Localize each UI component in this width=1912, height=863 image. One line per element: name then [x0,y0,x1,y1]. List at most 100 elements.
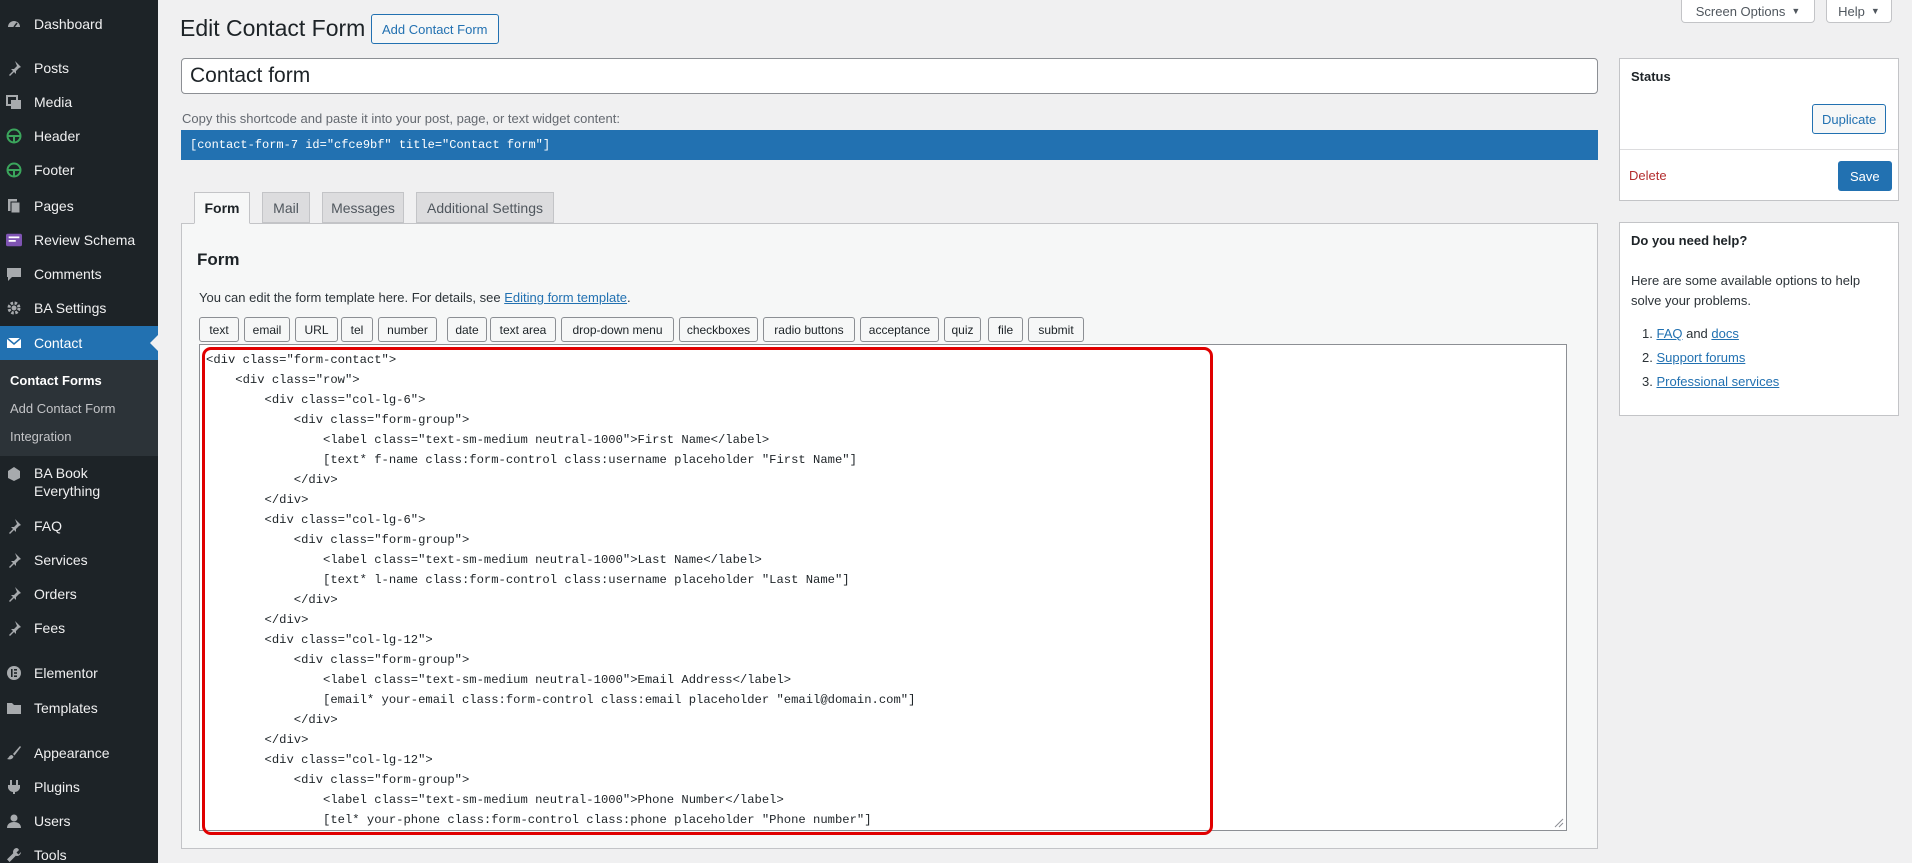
tag-button-text-area[interactable]: text area [490,317,556,342]
comment-icon [6,266,22,282]
menu-header[interactable]: Header [0,126,158,146]
menu-faq[interactable]: FAQ [0,516,158,536]
help-list-item: 3. Professional services [1642,374,1780,389]
save-button[interactable]: Save [1838,161,1892,191]
resize-grip-icon[interactable] [1552,816,1564,828]
tag-button-number[interactable]: number [378,317,437,342]
pages-icon [6,198,22,214]
menu-ba-book-everything[interactable]: BA Book Everything [0,464,158,502]
menu-label: Footer [34,162,75,178]
mail-icon [6,335,22,351]
menu-users[interactable]: Users [0,811,158,831]
shortcode-description: Copy this shortcode and paste it into yo… [182,111,620,126]
form-title-input[interactable]: Contact form [181,58,1598,94]
folder-icon [6,700,22,716]
tab-messages[interactable]: Messages [322,192,404,223]
submenu-contact-forms[interactable]: Contact Forms [10,373,102,388]
menu-orders[interactable]: Orders [0,584,158,604]
docs-link[interactable]: docs [1711,326,1738,341]
tag-button-quiz[interactable]: quiz [944,317,981,342]
delete-link[interactable]: Delete [1629,168,1667,183]
menu-elementor[interactable]: Elementor [0,663,158,683]
brush-icon [6,745,22,761]
editing-form-template-link[interactable]: Editing form template [504,290,627,305]
menu-fees[interactable]: Fees [0,618,158,638]
menu-appearance[interactable]: Appearance [0,743,158,763]
menu-label: Media [34,94,73,110]
add-contact-form-button[interactable]: Add Contact Form [371,14,499,44]
elementor-icon [6,665,22,681]
menu-review-schema[interactable]: Review Schema [0,230,158,250]
divider [1620,149,1898,150]
tag-button-radio-buttons[interactable]: radio buttons [763,317,855,342]
menu-label: Pages [34,198,74,214]
form-section-heading: Form [197,250,240,269]
menu-label: Posts [34,60,70,76]
tag-button-submit[interactable]: submit [1028,317,1084,342]
tag-button-url[interactable]: URL [295,317,338,342]
help-tab-button[interactable]: Help ▼ [1826,0,1892,23]
menu-pages[interactable]: Pages [0,196,158,216]
tag-button-checkboxes[interactable]: checkboxes [679,317,758,342]
pin-icon [6,620,22,636]
menu-label: Users [34,813,71,829]
duplicate-button[interactable]: Duplicate [1812,104,1887,134]
menu-templates[interactable]: Templates [0,698,158,718]
menu-label: Services [34,552,88,568]
review-icon [6,232,22,248]
submenu-add-contact-form[interactable]: Add Contact Form [10,401,116,416]
plug-icon [6,779,22,795]
menu-label: Fees [34,620,66,636]
menu-label: Tools [34,847,67,863]
tag-button-tel[interactable]: tel [341,317,373,342]
menu-label: Orders [34,586,77,602]
tag-button-acceptance[interactable]: acceptance [860,317,939,342]
help-title: Do you need help? [1631,233,1748,248]
menu-label: Templates [34,700,98,716]
menu-dashboard[interactable]: Dashboard [0,14,158,34]
menu-services[interactable]: Services [0,550,158,570]
help-text: Here are some available options to help … [1631,273,1861,308]
menu-label: Comments [34,266,102,282]
page-title: Edit Contact Form [180,15,366,41]
tag-button-file[interactable]: file [988,317,1023,342]
admin-sidebar: Dashboard Posts Media Header Footer Page… [0,0,158,863]
form-template-code: <div class="form-contact"> <div class="r… [206,353,916,827]
menu-posts[interactable]: Posts [0,58,158,78]
menu-label: Plugins [34,779,80,795]
screen-options-button[interactable]: Screen Options ▼ [1681,0,1815,23]
menu-media[interactable]: Media [0,92,158,112]
support-forums-link[interactable]: Support forums [1656,350,1745,365]
tab-additional-settings[interactable]: Additional Settings [416,192,554,223]
menu-plugins[interactable]: Plugins [0,777,158,797]
screen-options-label: Screen Options [1695,3,1786,19]
help-tab-label: Help [1838,3,1865,19]
help-list-item: 2. Support forums [1642,350,1746,365]
submenu-integration[interactable]: Integration [10,429,71,444]
menu-comments[interactable]: Comments [0,264,158,284]
caret-down-icon: ▼ [1791,6,1801,16]
menu-label: BA Settings [34,300,107,316]
shortcode-field[interactable]: [contact-form-7 id="cfce9bf" title="Cont… [181,130,1598,160]
menu-ba-settings[interactable]: BA Settings [0,298,158,318]
user-icon [6,813,22,829]
tag-button-date[interactable]: date [447,317,487,342]
professional-services-link[interactable]: Professional services [1656,374,1779,389]
menu-footer[interactable]: Footer [0,160,158,180]
form-description: You can edit the form template here. For… [199,290,631,305]
tag-button-email[interactable]: email [244,317,290,342]
tag-button-text[interactable]: text [199,317,239,342]
tab-mail[interactable]: Mail [262,192,310,223]
menu-contact[interactable]: Contact [0,326,158,360]
menu-label: Review Schema [34,232,136,248]
help-list-item: 1. FAQ and docs [1642,326,1739,341]
menu-tools[interactable]: Tools [0,845,158,863]
media-icon [6,94,22,110]
faq-link[interactable]: FAQ [1656,326,1682,341]
menu-label-line2: Everything [34,483,101,499]
menu-label: FAQ [34,518,63,534]
tag-button-drop-down-menu[interactable]: drop-down menu [561,317,674,342]
menu-label: Contact [34,335,83,351]
tab-form[interactable]: Form [194,192,250,224]
book-icon [6,466,22,482]
